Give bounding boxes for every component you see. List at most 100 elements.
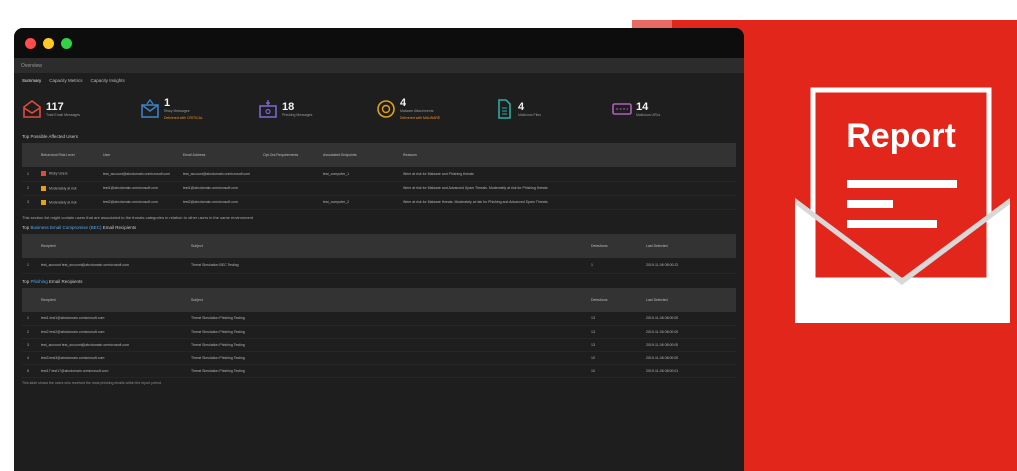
last-detected-cell: 2019-11-06 08:00:00 [641, 351, 736, 365]
column-header[interactable]: User [98, 143, 178, 167]
stat-value: 117 [46, 100, 64, 113]
email-cell: test2@abcdomain.onmicrosoft.com [178, 195, 258, 210]
malware-icon [377, 100, 395, 118]
recipient-cell[interactable]: test17 test17@abcdomain.onmicrosoft.com [36, 364, 186, 378]
column-header[interactable]: Associated Endpoints [318, 143, 398, 167]
table-row[interactable]: 3 Moderately at risk test2@abcdomain.onm… [22, 195, 736, 210]
table-row[interactable]: 1 test1 test1@abcdomain.onmicrosoft.com … [22, 312, 736, 326]
table-row[interactable]: 2 Moderately at risk test1@abcdomain.onm… [22, 181, 736, 196]
recipient-cell[interactable]: test1 test1@abcdomain.onmicrosoft.com [36, 312, 186, 326]
column-header[interactable]: Recipient [36, 233, 186, 258]
column-header[interactable]: Last Detected [641, 233, 736, 258]
document-line [847, 200, 893, 208]
stat-label: Total Email Messages [46, 112, 81, 117]
row-index: 5 [22, 364, 36, 378]
column-header[interactable]: Detections [586, 233, 641, 258]
phishing-footnote: This table shows the users who received … [22, 380, 162, 385]
bec-recipients-table: Recipient Subject Detections Last Detect… [22, 233, 736, 274]
background-accent-strip [632, 20, 672, 28]
stat-value: 4 [518, 100, 525, 113]
column-header[interactable]: Recipient [36, 288, 186, 312]
column-header[interactable]: Behavioral Risk Level [36, 143, 98, 167]
row-index: 1 [22, 257, 36, 274]
link-icon [612, 103, 632, 115]
subject-cell: Threat Simulation Phishing Testing [186, 351, 586, 365]
report-window: Overview Summary Capacity Metrics Capaci… [14, 28, 744, 471]
column-header[interactable]: Subject [186, 288, 586, 312]
column-header [22, 143, 36, 167]
reason-cell: Were at risk for Malware and Advanced Sp… [398, 181, 736, 196]
stat-malicious-files: 4 Malicious Files [494, 99, 612, 119]
email-alert-icon [141, 99, 159, 118]
recipient-cell[interactable]: test2 test2@abcdomain.onmicrosoft.com [36, 325, 186, 339]
bec-link[interactable]: Business Email Compromise (BEC) [31, 225, 102, 230]
title-prefix: Top [22, 279, 31, 284]
subject-cell: Threat Simulation Phishing Testing [186, 325, 586, 339]
optout-cell [258, 181, 318, 196]
table-row[interactable]: 1 test_account test_account@abcdomain.on… [22, 257, 736, 274]
last-detected-cell: 2019-11-06 08:00:00 [641, 312, 736, 326]
menu-item-overview[interactable]: Overview [21, 63, 42, 69]
endpoint-cell[interactable]: test_computer_2 [318, 195, 398, 210]
table-row[interactable]: 1 Risky Users test_account@abcdomain.onm… [22, 167, 736, 182]
table-row[interactable]: 5 test17 test17@abcdomain.onmicrosoft.co… [22, 364, 736, 378]
column-header[interactable]: Subject [186, 233, 586, 258]
table-header-row: Recipient Subject Detections Last Detect… [22, 288, 736, 312]
stat-phishing-messages: 18 Phishing Messages [258, 99, 376, 119]
stat-label: Phishing Messages [282, 112, 313, 117]
endpoint-cell[interactable] [318, 181, 398, 196]
minimize-window-button[interactable] [43, 37, 54, 49]
last-detected-cell: 2019-11-06 08:00:01 [641, 364, 736, 378]
stat-label: Malicious Files [518, 112, 541, 117]
row-index: 1 [22, 312, 36, 326]
column-header[interactable]: Opt-Out Requirements [258, 143, 318, 167]
detections-cell: 1 [586, 257, 641, 274]
user-cell[interactable]: test_account@abcdomain.onmicrosoft.com [98, 167, 178, 182]
stat-warning: Delivered with CRITICAL [164, 116, 203, 120]
reason-cell: Were at risk for Malware threats. Modera… [398, 195, 736, 210]
risk-cell: Moderately at risk [36, 181, 98, 196]
summary-stats: 117 Total Email Messages 1 Risky Message… [22, 89, 736, 129]
column-header[interactable]: Reasons [398, 143, 736, 167]
document-line [847, 220, 937, 228]
table-row[interactable]: 3 test_account test_account@abcdomain.on… [22, 338, 736, 352]
endpoint-cell[interactable]: test_computer_1 [318, 167, 398, 182]
phishing-recipients-table: Recipient Subject Detections Last Detect… [22, 288, 736, 378]
subject-cell: Threat Simulation Phishing Testing [186, 312, 586, 326]
stat-total-messages: 117 Total Email Messages [22, 99, 140, 119]
recipient-cell[interactable]: test3 test3@abcdomain.onmicrosoft.com [36, 351, 186, 365]
report-envelope-icon: Report [795, 87, 1010, 323]
last-detected-cell: 2019-11-06 08:00:22 [641, 257, 736, 274]
tab-capacity-metrics[interactable]: Capacity Metrics [49, 78, 82, 87]
title-suffix: Email Recipients [101, 224, 137, 230]
email-stack-icon [23, 100, 41, 118]
optout-cell [258, 195, 318, 210]
phishing-link[interactable]: Phishing [31, 279, 48, 284]
phishing-hook-icon [259, 100, 277, 118]
section-title-phishing-recipients: Top Phishing Email Recipients [22, 279, 736, 284]
user-cell[interactable]: test1@abcdomain.onmicrosoft.com [98, 181, 178, 196]
email-cell: test_account@abcdomain.onmicrosoft.com [178, 167, 258, 182]
subject-cell: Threat Simulation BEC Testing [186, 257, 586, 274]
document-line [847, 180, 957, 188]
column-header[interactable]: Last Detected [641, 288, 736, 312]
title-suffix: Email Recipients [47, 279, 83, 284]
stat-value: 18 [282, 100, 295, 113]
detections-cell: 13 [586, 338, 641, 352]
maximize-window-button[interactable] [61, 37, 72, 49]
optout-cell [258, 167, 318, 182]
recipient-cell[interactable]: test_account test_account@abcdomain.onmi… [36, 338, 186, 352]
close-window-button[interactable] [25, 37, 36, 49]
tab-capacity-insights[interactable]: Capacity Insights [91, 78, 125, 87]
affected-users-note: This section list might contain users th… [22, 214, 254, 220]
table-row[interactable]: 2 test2 test2@abcdomain.onmicrosoft.com … [22, 325, 736, 339]
report-content: Summary Capacity Metrics Capacity Insigh… [14, 73, 744, 390]
column-header[interactable]: Email Address [178, 143, 258, 167]
recipient-cell[interactable]: test_account test_account@abcdomain.onmi… [36, 257, 186, 274]
table-row[interactable]: 4 test3 test3@abcdomain.onmicrosoft.com … [22, 351, 736, 365]
menu-bar: Overview [14, 58, 744, 73]
row-index: 2 [22, 181, 36, 196]
column-header[interactable]: Detections [586, 288, 641, 312]
tab-summary[interactable]: Summary [22, 78, 41, 87]
user-cell[interactable]: test2@abcdomain.onmicrosoft.com [98, 195, 178, 210]
